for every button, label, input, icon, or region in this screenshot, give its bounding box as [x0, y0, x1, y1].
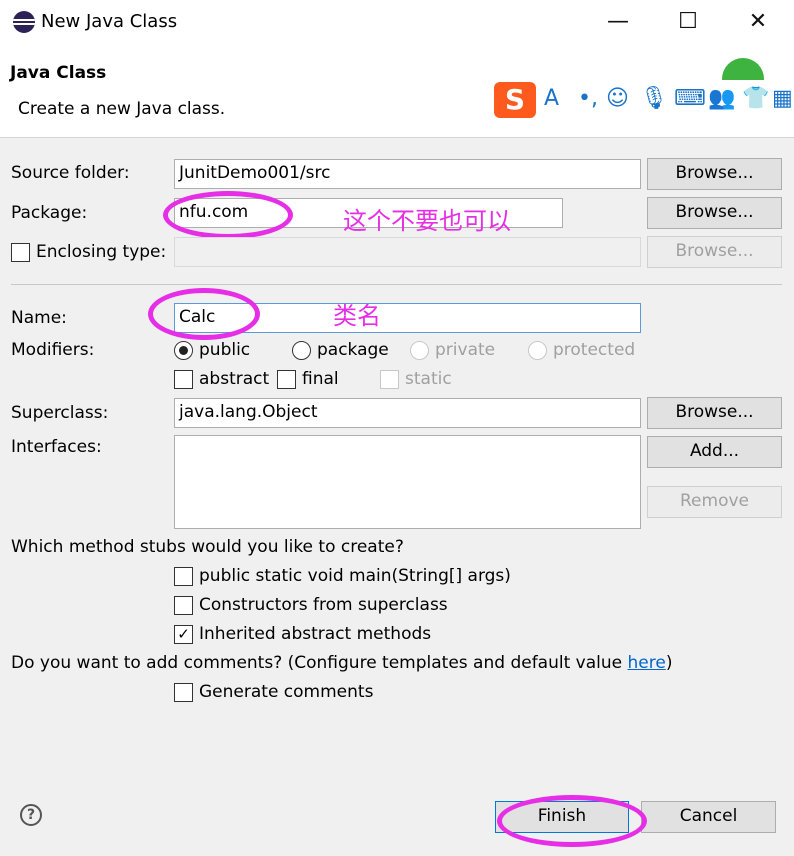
final-checkbox[interactable] [277, 370, 296, 389]
sogou-ime-icon[interactable]: S [494, 82, 536, 118]
public-radio[interactable] [174, 341, 193, 360]
static-checkbox [380, 370, 399, 389]
ime-language-icon[interactable]: A [544, 86, 559, 111]
main-method-label: public static void main(String[] args) [199, 566, 511, 586]
main-method-checkbox[interactable] [174, 567, 193, 586]
window-title: New Java Class [41, 11, 178, 32]
package-label: Package: [11, 203, 88, 223]
superclass-field[interactable]: java.lang.Object [174, 398, 641, 428]
minimize-button[interactable]: — [604, 8, 632, 36]
maximize-button[interactable]: ☐ [674, 8, 702, 36]
superclass-label: Superclass: [11, 403, 109, 423]
constructors-label: Constructors from superclass [199, 595, 448, 615]
constructors-checkbox[interactable] [174, 596, 193, 615]
close-button[interactable]: ✕ [744, 8, 772, 36]
final-checkbox-label: final [302, 369, 339, 389]
ime-skin-icon[interactable]: 👕 [742, 86, 769, 111]
separator [11, 284, 782, 285]
stubs-question: Which method stubs would you like to cre… [11, 537, 404, 557]
enclosing-type-label: Enclosing type: [36, 242, 167, 262]
wizard-description: Create a new Java class. [18, 99, 226, 119]
inherited-abstract-label: Inherited abstract methods [199, 624, 432, 644]
source-folder-browse-button[interactable]: Browse... [647, 158, 782, 190]
name-label: Name: [11, 308, 67, 328]
interfaces-list[interactable] [174, 435, 641, 529]
ime-keyboard-icon[interactable]: ⌨ [674, 86, 706, 111]
package-radio[interactable] [292, 341, 311, 360]
comments-question-text: Do you want to add comments? (Configure … [11, 653, 628, 673]
cancel-button[interactable]: Cancel [641, 801, 776, 833]
package-radio-label: package [317, 340, 389, 360]
enclosing-type-browse-button: Browse... [647, 236, 782, 268]
inherited-abstract-checkbox[interactable]: ✓ [174, 625, 193, 644]
help-icon[interactable]: ? [20, 804, 42, 826]
generate-comments-label: Generate comments [199, 682, 374, 702]
protected-radio-label: protected [553, 340, 636, 360]
name-annotation-ellipse [148, 288, 260, 340]
source-folder-field[interactable]: JunitDemo001/src [174, 159, 641, 189]
generate-comments-checkbox[interactable] [174, 683, 193, 702]
ime-voice-icon[interactable]: 🎙 [640, 86, 668, 111]
abstract-checkbox[interactable] [174, 370, 193, 389]
ime-punctuation-icon[interactable]: •, [578, 86, 598, 111]
interfaces-label: Interfaces: [11, 437, 102, 457]
package-annotation-ellipse [163, 191, 293, 239]
private-radio-label: private [435, 340, 496, 360]
name-annotation-note: 类名 [333, 302, 381, 330]
private-radio [410, 341, 429, 360]
comments-question-end: ) [665, 653, 673, 673]
ime-users-icon[interactable]: 👥 [708, 86, 735, 111]
protected-radio [528, 341, 547, 360]
comments-question: Do you want to add comments? (Configure … [11, 653, 672, 673]
package-annotation-note: 这个不要也可以 [343, 207, 511, 235]
enclosing-type-checkbox[interactable] [11, 243, 30, 262]
interfaces-remove-button: Remove [647, 486, 782, 518]
interfaces-add-button[interactable]: Add... [647, 436, 782, 468]
templates-link[interactable]: here [628, 653, 666, 673]
abstract-checkbox-label: abstract [199, 369, 270, 389]
modifiers-label: Modifiers: [11, 340, 95, 360]
eclipse-icon [13, 11, 35, 33]
wizard-title: Java Class [10, 63, 107, 83]
public-radio-label: public [199, 340, 251, 360]
enclosing-type-field [174, 237, 641, 267]
ime-emoji-icon[interactable]: ☺ [606, 86, 629, 111]
static-checkbox-label: static [405, 369, 452, 389]
finish-annotation-ellipse [497, 795, 647, 847]
package-browse-button[interactable]: Browse... [647, 197, 782, 229]
ime-toolbox-icon[interactable]: ▦ [772, 86, 793, 111]
source-folder-label: Source folder: [11, 163, 130, 183]
superclass-browse-button[interactable]: Browse... [647, 397, 782, 429]
